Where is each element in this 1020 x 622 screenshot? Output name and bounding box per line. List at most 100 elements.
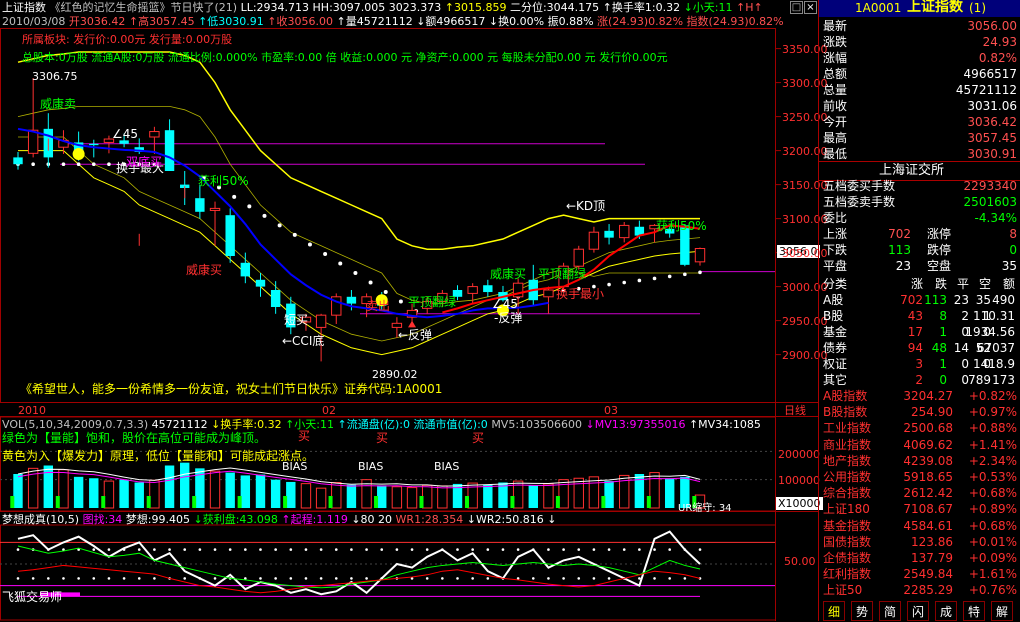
profit-label-2: 获利50% [656,219,707,233]
close-button[interactable]: × [804,1,817,14]
index-change-label: +0.97% [968,405,1017,420]
tab-6[interactable]: 解 [991,601,1013,621]
index-name-row: 工业指数 2500.68 +0.88% [819,420,1020,437]
tab-1[interactable]: 势 [851,601,873,621]
index-name-label: 上证180 [823,502,870,517]
quote-key-row: 涨跌 24.93 [819,34,1020,51]
oscillator-dot [289,577,293,580]
header-line-1: 上证指数 《红色的记忆生命摇篮》节日快了(21) LL:2934.713 HH:… [2,1,763,14]
breadth-key-row: 上涨 702 涨停 8 [819,226,1020,243]
index-name-label: 公用指数 [823,470,872,484]
index-value-label: 2285.29 [903,583,953,598]
index-value-label: 4239.08 [903,453,953,468]
volume-bar [422,484,433,509]
header-item-b-7: ↓换0.00% [488,15,548,28]
category-header-label: 额 [1002,277,1015,291]
oscillator-dot [562,577,565,580]
sar-dot [398,299,403,304]
sector-info: 所属板块: 发行价:0.00元 发行量:0.00万股 [22,33,233,46]
oscillator-dot [577,548,581,551]
breadth-value-label: 113 [888,243,911,257]
volume-header-item-5: 流通市值(亿):0 [413,418,492,431]
breadth-value-label: 23 [895,259,911,273]
volume-bar [103,480,115,509]
oscillator-header-item-0: 梦想成真(10,5) [2,513,83,526]
volume-marker-bar [601,496,606,508]
volume-marker-bar [192,496,197,508]
header-item-b-6: ↓额4966517 [416,15,489,28]
oscillator-header: 梦想成真(10,5) 图找:34 梦想:99.405 ↓获利盘:43.098 ↑… [2,513,556,526]
oscillator-dot [653,577,656,580]
category-cell-label: 94 [907,341,923,355]
category-cell-label: 1934.56 [965,325,1015,339]
breadth-key-row: 下跌 113 跌停 0 [819,242,1020,259]
breadth-key2-label: 空盘 [927,259,952,273]
oscillator-dot [137,577,141,580]
oscillator-dot [350,577,353,580]
oscillator-dot [137,548,141,551]
tab-3[interactable]: 闪 [907,601,929,621]
index-change-label: +0.88% [968,421,1017,436]
index-change-label: +0.09% [968,551,1017,565]
oscillator-dot [607,548,611,551]
volume-header-item-8: ↑MV34:1085 [688,418,761,431]
oscillator-dot [213,577,217,580]
oscillator-dot [350,548,353,551]
candle-body [164,130,175,171]
tab-5[interactable]: 特 [963,601,985,621]
volume-bar [89,478,99,508]
volume-header-item-6: MV5:103506600 [491,418,586,431]
sar-dot [292,232,297,237]
index-change-label: +0.76% [968,583,1017,598]
oscillator-dot [486,577,490,580]
category-cell-label: 其它 [823,373,848,387]
index-name-label: 上证50 [823,583,863,598]
header-item-b-4: ↑收3056.00 [267,15,337,28]
period-selector[interactable]: 日线 [784,404,806,417]
candle-body [89,143,99,146]
volume-bar [406,487,418,509]
candle-body [467,286,478,294]
x-axis-label-2010: 2010 [18,404,46,417]
oscillator-dot [380,548,384,551]
header-item-a-1: 《红色的记忆生命摇篮》节日快了(21) [49,1,241,14]
volume-bar [604,481,614,508]
oscillator-dot [365,577,368,580]
volume-bar [255,474,266,508]
maximize-button[interactable]: □ [790,1,803,14]
category-cell-label: 43 [907,309,923,323]
quote-key-row: 最新 3056.00 [819,18,1020,35]
category-cell-label: 债券 [823,341,848,355]
category-cell-label: 1418.9 [973,357,1015,371]
order-key-label: 五档委卖手数 [823,195,896,209]
oscillator-header-item-2: 梦想:99.405 [125,513,194,526]
oscillator-dot [183,548,187,551]
index-name-row: B股指数 254.90 +0.97% [819,404,1020,421]
tab-0[interactable]: 细 [823,601,845,621]
volume-bar [377,485,387,508]
volume-keep-label: UR缩守: 34 [678,503,732,514]
sar-dot [637,278,642,283]
candle-body [588,231,600,250]
oscillator-dot [259,548,262,551]
index-name-row: 商业指数 4069.62 +1.41% [819,437,1020,454]
oscillator-dot [92,577,96,580]
category-cell-label: A股 [823,293,844,307]
oscillator-dot [168,548,171,551]
index-change-label: +0.01% [968,534,1017,549]
quote-key-label: 涨幅 [823,51,848,65]
buy-signal-label: 威康买 [186,263,223,277]
volume-marker-bar [146,496,151,508]
oscillator-dot [289,548,293,551]
category-cell-label: 113 [924,293,947,307]
index-name-label: 国债指数 [823,534,872,549]
sar-dot [107,162,111,166]
lower-band-line [18,150,701,356]
volume-bar [164,465,175,508]
candle-body [209,207,221,211]
header-item-a-8: ↓小天:11 [683,1,736,14]
oscillator-dot [516,548,520,551]
tab-2[interactable]: 简 [879,601,901,621]
index-name-label: 商业指数 [823,437,872,452]
tab-4[interactable]: 成 [935,601,957,621]
